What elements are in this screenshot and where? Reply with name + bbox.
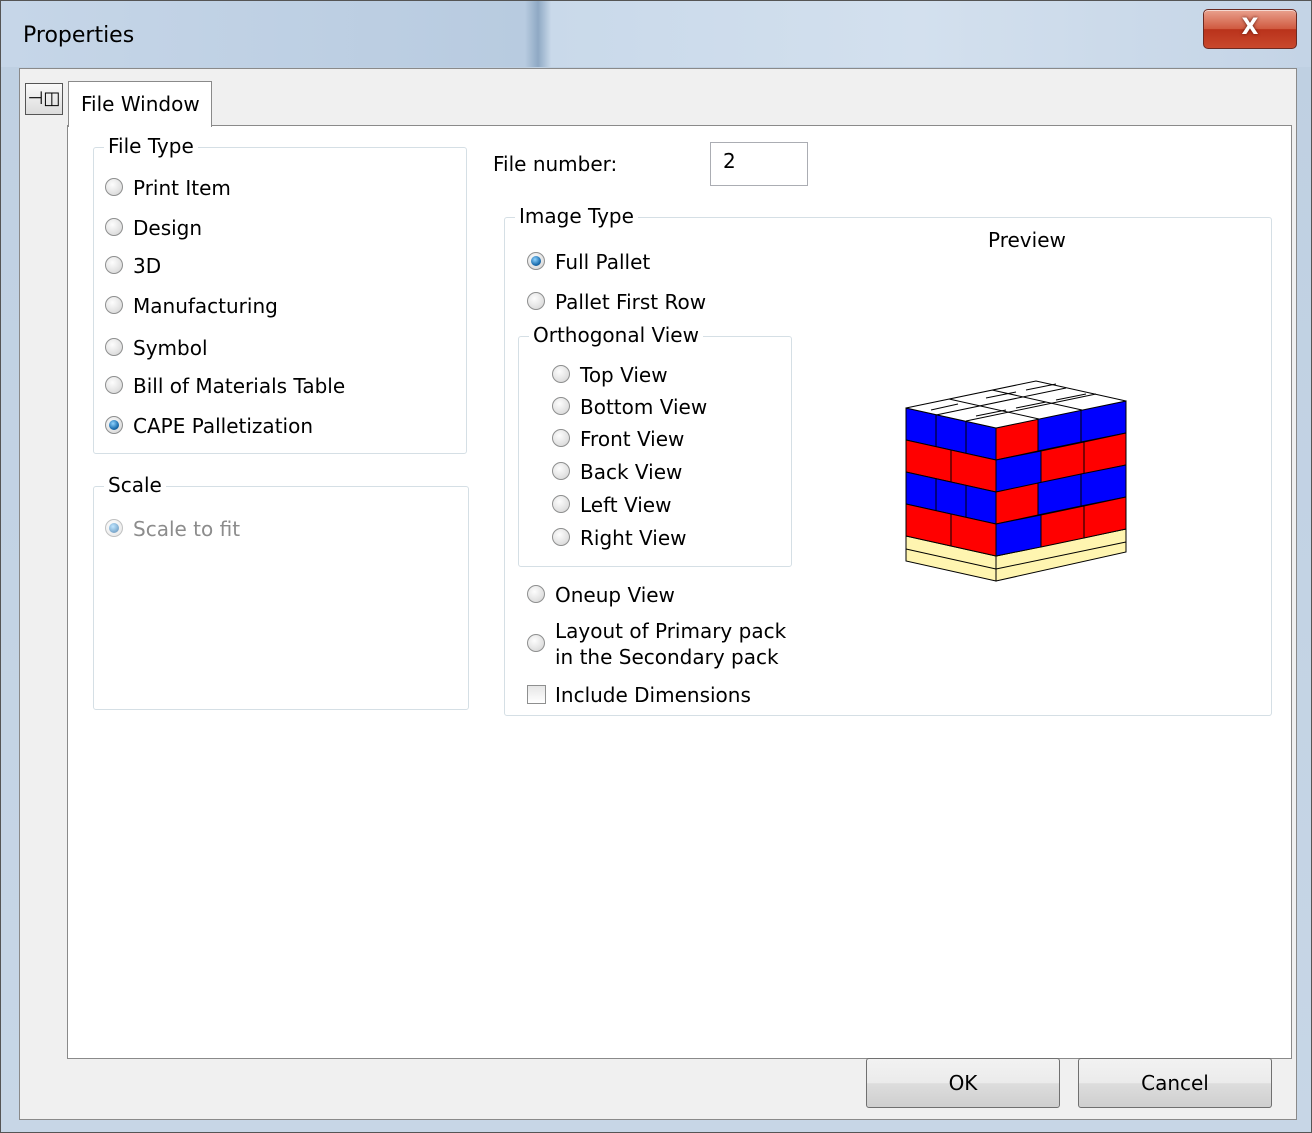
ok-button[interactable]: OK [866,1058,1060,1108]
scale-group: Scale Scale to fit [93,471,469,710]
radio-button[interactable] [552,365,570,383]
group-title: Scale [104,471,166,499]
radio-button[interactable] [552,397,570,415]
radio-button[interactable] [105,178,123,196]
radio-button[interactable] [105,376,123,394]
radio-button[interactable] [552,429,570,447]
group-title: File Type [104,132,198,160]
preview-label: Preview [988,228,1066,252]
radio-button[interactable] [552,462,570,480]
radio-label: Scale to fit [133,517,241,541]
checkbox-label: Include Dimensions [555,683,751,707]
radio-label: Bottom View [580,395,708,419]
radio-button-selected[interactable] [527,252,545,270]
window-title: Properties [23,23,135,48]
radio-button[interactable] [527,634,545,652]
radio-label: Left View [580,493,672,517]
radio-button-selected[interactable] [105,416,123,434]
radio-label: Top View [580,363,668,387]
title-bar[interactable]: Properties X [1,1,1311,67]
radio-label: CAPE Palletization [133,414,313,438]
tab-label: File Window [81,92,200,116]
radio-button-disabled[interactable] [105,519,123,537]
radio-button[interactable] [105,296,123,314]
radio-label: Front View [580,427,685,451]
group-title: Orthogonal View [529,321,703,349]
radio-label: Design [133,216,203,240]
radio-label: Layout of Primary pack [555,619,787,643]
radio-label: Full Pallet [555,250,651,274]
tab-panel: File Type Print Item Design 3D Manufactu… [67,125,1292,1108]
file-number-input[interactable]: 2 [710,142,808,186]
file-type-group: File Type Print Item Design 3D Manufactu… [93,132,467,454]
radio-label: Oneup View [555,583,675,607]
radio-button[interactable] [105,256,123,274]
close-button[interactable]: X [1203,9,1297,49]
radio-label: Right View [580,526,687,550]
radio-label: 3D [133,254,162,278]
radio-label: Print Item [133,176,231,200]
radio-label: Bill of Materials Table [133,374,346,398]
cancel-button[interactable]: Cancel [1078,1058,1272,1108]
tab-file-window[interactable]: File Window [68,81,212,127]
radio-button[interactable] [552,528,570,546]
file-number-label: File number: [493,152,618,176]
radio-button[interactable] [527,585,545,603]
group-title: Image Type [515,202,638,230]
radio-label: Manufacturing [133,294,278,318]
radio-label: Symbol [133,336,208,360]
pallet-preview-image [905,380,1127,582]
pin-icon[interactable]: ⊣◫ [25,83,63,115]
radio-label: Pallet First Row [555,290,707,314]
orthogonal-view-group: Orthogonal View Top View Bottom View Fro… [518,321,792,567]
radio-button[interactable] [552,495,570,513]
radio-button[interactable] [527,292,545,310]
include-dimensions-checkbox[interactable] [527,685,546,704]
properties-window: Properties X ⊣◫ File Window File Type Pr… [0,0,1312,1133]
radio-button[interactable] [105,338,123,356]
close-icon: X [1241,15,1259,40]
radio-label: Back View [580,460,683,484]
radio-label-line2: in the Secondary pack [555,645,779,669]
radio-button[interactable] [105,218,123,236]
dialog-client-area: ⊣◫ File Window File Type Print Item Desi… [19,68,1297,1120]
